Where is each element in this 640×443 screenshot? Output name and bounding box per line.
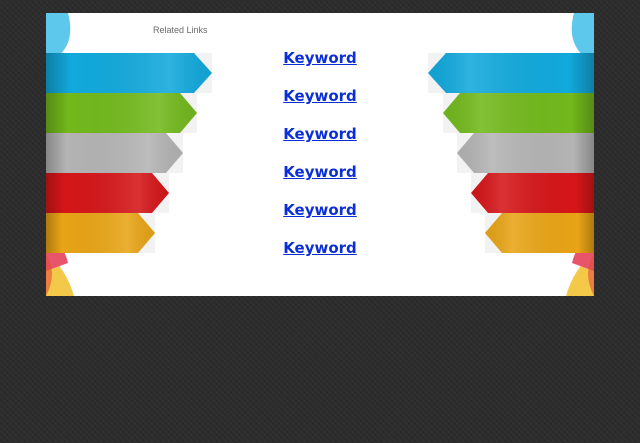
keyword-link-5[interactable]: Keyword: [46, 201, 594, 219]
keyword-link-6[interactable]: Keyword: [46, 239, 594, 257]
keyword-link-4[interactable]: Keyword: [46, 163, 594, 181]
keyword-link-label[interactable]: Keyword: [283, 239, 357, 257]
keyword-link-label[interactable]: Keyword: [283, 163, 357, 181]
keyword-link-2[interactable]: Keyword: [46, 87, 594, 105]
keyword-link-label[interactable]: Keyword: [283, 201, 357, 219]
keyword-link-label[interactable]: Keyword: [283, 87, 357, 105]
keyword-link-label[interactable]: Keyword: [283, 49, 357, 67]
keyword-link-label[interactable]: Keyword: [283, 125, 357, 143]
keyword-link-3[interactable]: Keyword: [46, 125, 594, 143]
related-links-label: Related Links: [153, 25, 208, 35]
parked-domain-panel: Related Links Keyword Keyword Keyword Ke…: [46, 13, 594, 296]
keyword-link-1[interactable]: Keyword: [46, 49, 594, 67]
